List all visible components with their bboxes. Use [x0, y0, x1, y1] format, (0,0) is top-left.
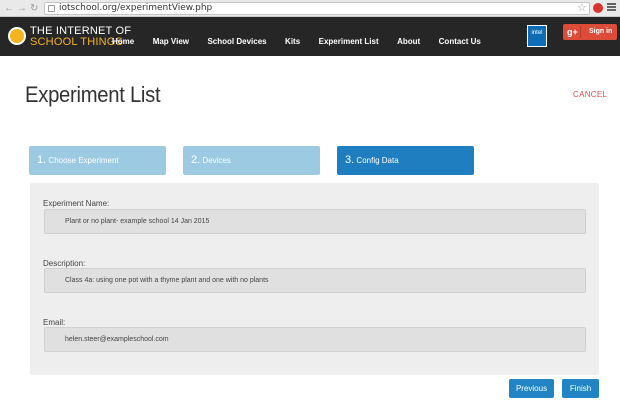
google-plus-icon: g+ [567, 27, 578, 37]
finish-button[interactable]: Finish [562, 379, 599, 398]
signin-label: Sign in [589, 28, 613, 35]
back-arrow-icon[interactable]: ← [4, 2, 14, 15]
browser-menu-icon[interactable] [607, 3, 616, 12]
nav-home[interactable]: Home [112, 37, 134, 46]
site-navbar: THE INTERNET OF SCHOOL THINGS Home Map V… [0, 17, 620, 56]
main-nav: Home Map View School Devices Kits Experi… [112, 31, 495, 49]
description-label: Description: [43, 259, 86, 268]
browser-toolbar: ← → ↻ iotschool.org/experimentView.php ☆ [0, 0, 620, 17]
intel-label: intel [531, 30, 543, 36]
description-field[interactable]: Class 4a: using one pot with a thyme pla… [44, 268, 586, 293]
email-label: Email: [43, 318, 66, 327]
step-number: 2. [191, 154, 201, 166]
step-number: 3. [345, 154, 355, 166]
step-number: 1. [37, 154, 47, 166]
address-bar[interactable]: iotschool.org/experimentView.php [44, 2, 590, 15]
step-label: Choose Experiment [48, 156, 119, 165]
nav-experiment-list[interactable]: Experiment List [319, 37, 379, 46]
forward-arrow-icon[interactable]: → [17, 2, 27, 15]
experiment-name-field[interactable]: Plant or no plant- example school 14 Jan… [44, 209, 586, 234]
lightbulb-icon [8, 27, 26, 45]
page-icon [48, 5, 55, 12]
nav-kits[interactable]: Kits [285, 37, 300, 46]
nav-contact-us[interactable]: Contact Us [439, 37, 481, 46]
nav-map-view[interactable]: Map View [153, 37, 189, 46]
bookmark-star-icon[interactable]: ☆ [577, 1, 587, 14]
cancel-link[interactable]: CANCEL [573, 90, 607, 99]
address-url: iotschool.org/experimentView.php [59, 3, 213, 13]
experiment-name-label: Experiment Name: [43, 199, 110, 208]
email-field[interactable]: helen.steer@exampleschool.com [44, 327, 586, 352]
extension-icon[interactable] [593, 3, 603, 13]
nav-about[interactable]: About [397, 37, 420, 46]
step-config-data[interactable]: 3. Config Data [337, 146, 474, 175]
reload-icon[interactable]: ↻ [30, 2, 38, 15]
logo-line2: SCHOOL THINGS [30, 36, 124, 48]
page-title: Experiment List [25, 82, 161, 107]
step-choose-experiment[interactable]: 1. Choose Experiment [29, 146, 166, 175]
intel-logo: intel [527, 25, 547, 47]
google-signin-button[interactable]: g+ Sign in [563, 24, 617, 40]
signin-divider [580, 26, 581, 38]
step-devices[interactable]: 2. Devices [183, 146, 320, 175]
step-label: Config Data [356, 156, 399, 165]
previous-button[interactable]: Previous [509, 379, 554, 398]
nav-school-devices[interactable]: School Devices [207, 37, 266, 46]
step-label: Devices [202, 156, 231, 165]
